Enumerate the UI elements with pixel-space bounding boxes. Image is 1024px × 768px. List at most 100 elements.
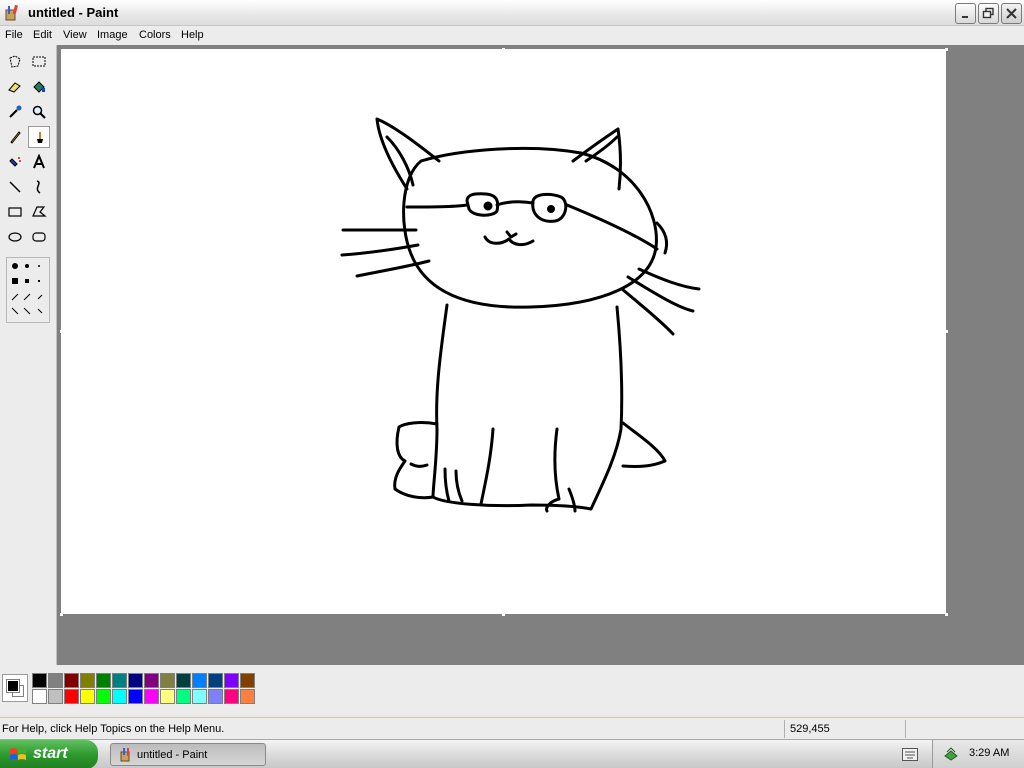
curve-icon	[36, 180, 41, 194]
paint-bucket-icon	[33, 81, 45, 93]
brush-shape-options	[11, 263, 43, 315]
palette-swatch[interactable]	[160, 689, 175, 704]
canvas-workspace[interactable]	[57, 45, 1024, 665]
palette-swatch[interactable]	[96, 673, 111, 688]
palette-swatch[interactable]	[224, 673, 239, 688]
palette-swatch[interactable]	[80, 673, 95, 688]
taskbar-item-label: untitled - Paint	[137, 749, 208, 761]
close-button[interactable]	[1001, 3, 1022, 24]
status-bar: For Help, click Help Topics on the Help …	[0, 717, 1024, 739]
palette-swatch[interactable]	[64, 673, 79, 688]
window-title: untitled - Paint	[28, 5, 119, 20]
cursor-coordinates: 529,455	[790, 723, 830, 735]
rectangle-icon	[8, 207, 22, 217]
keyboard-icon[interactable]	[902, 748, 918, 761]
resize-handle[interactable]	[60, 330, 63, 333]
eyedropper-icon	[9, 105, 22, 118]
menu-colors[interactable]: Colors	[139, 29, 171, 41]
ellipse-tool[interactable]	[4, 226, 26, 248]
curve-tool[interactable]	[28, 176, 50, 198]
palette-swatch[interactable]	[128, 673, 143, 688]
menu-edit[interactable]: Edit	[33, 29, 52, 41]
palette-swatch[interactable]	[112, 673, 127, 688]
restore-button[interactable]	[978, 3, 999, 24]
taskbar-item-paint[interactable]: untitled - Paint	[110, 743, 266, 766]
palette-swatch[interactable]	[64, 689, 79, 704]
network-icon[interactable]	[943, 746, 959, 762]
resize-handle[interactable]	[502, 48, 505, 51]
foreground-color	[6, 679, 20, 693]
select-icon	[32, 56, 46, 67]
line-icon	[9, 181, 21, 193]
minimize-icon	[962, 16, 968, 18]
palette-swatch[interactable]	[32, 673, 47, 688]
palette-swatch[interactable]	[176, 673, 191, 688]
menu-bar: File Edit View Image Colors Help	[0, 26, 1024, 45]
menu-image[interactable]: Image	[97, 29, 128, 41]
palette-swatch[interactable]	[32, 689, 47, 704]
menu-file[interactable]: File	[5, 29, 23, 41]
pick-color-tool[interactable]	[4, 101, 26, 123]
ellipse-icon	[8, 232, 22, 242]
rounded-rectangle-tool[interactable]	[28, 226, 50, 248]
palette-swatch[interactable]	[192, 673, 207, 688]
menu-help[interactable]: Help	[181, 29, 204, 41]
start-button[interactable]: start	[0, 740, 98, 768]
palette-swatch[interactable]	[224, 689, 239, 704]
minimize-button[interactable]	[955, 3, 976, 24]
resize-handle[interactable]	[945, 613, 948, 616]
line-tool[interactable]	[4, 176, 26, 198]
start-label: start	[33, 745, 68, 762]
brush-icon	[37, 132, 43, 143]
airbrush-tool[interactable]	[4, 151, 26, 173]
palette-swatch[interactable]	[96, 689, 111, 704]
palette-swatch[interactable]	[144, 673, 159, 688]
palette-swatch[interactable]	[144, 689, 159, 704]
polygon-icon	[32, 206, 47, 217]
cat-drawing	[340, 117, 701, 513]
palette-swatch[interactable]	[192, 689, 207, 704]
palette-swatch[interactable]	[240, 689, 255, 704]
pencil-tool[interactable]	[4, 126, 26, 148]
system-tray: 3:29 AM	[932, 740, 1024, 768]
tool-box	[0, 45, 57, 665]
palette-swatch[interactable]	[112, 689, 127, 704]
close-icon	[1006, 8, 1017, 19]
eraser-tool[interactable]	[4, 76, 26, 98]
resize-handle[interactable]	[60, 613, 63, 616]
color-box	[0, 665, 1024, 715]
brush-tool[interactable]	[28, 126, 50, 148]
rectangle-tool[interactable]	[4, 201, 26, 223]
airbrush-icon	[9, 157, 21, 167]
polygon-tool[interactable]	[28, 201, 50, 223]
magnifier-tool[interactable]	[28, 101, 50, 123]
free-form-select-icon	[9, 55, 21, 68]
palette-swatch[interactable]	[160, 673, 175, 688]
text-tool[interactable]	[28, 151, 50, 173]
palette-swatch[interactable]	[176, 689, 191, 704]
paint-app-icon	[120, 748, 130, 762]
pencil-icon	[10, 131, 21, 144]
palette-swatch[interactable]	[48, 673, 63, 688]
palette-swatch[interactable]	[80, 689, 95, 704]
title-bar[interactable]: untitled - Paint	[0, 0, 1024, 26]
brush-options[interactable]	[6, 257, 50, 323]
taskbar: start untitled - Paint 3:29 AM	[0, 739, 1024, 768]
current-colors[interactable]	[2, 674, 28, 702]
restore-icon	[982, 7, 994, 19]
palette-swatch[interactable]	[208, 673, 223, 688]
free-form-select-tool[interactable]	[4, 51, 26, 73]
fill-with-color-tool[interactable]	[28, 76, 50, 98]
palette-swatch[interactable]	[128, 689, 143, 704]
resize-handle[interactable]	[502, 613, 505, 616]
resize-handle[interactable]	[945, 330, 948, 333]
palette-swatch[interactable]	[208, 689, 223, 704]
select-tool[interactable]	[28, 51, 50, 73]
windows-logo-icon	[10, 748, 26, 760]
drawing-canvas[interactable]	[61, 49, 946, 614]
paint-app-icon	[5, 4, 18, 21]
menu-view[interactable]: View	[63, 29, 87, 41]
resize-handle[interactable]	[945, 48, 948, 51]
palette-swatch[interactable]	[48, 689, 63, 704]
palette-swatch[interactable]	[240, 673, 255, 688]
